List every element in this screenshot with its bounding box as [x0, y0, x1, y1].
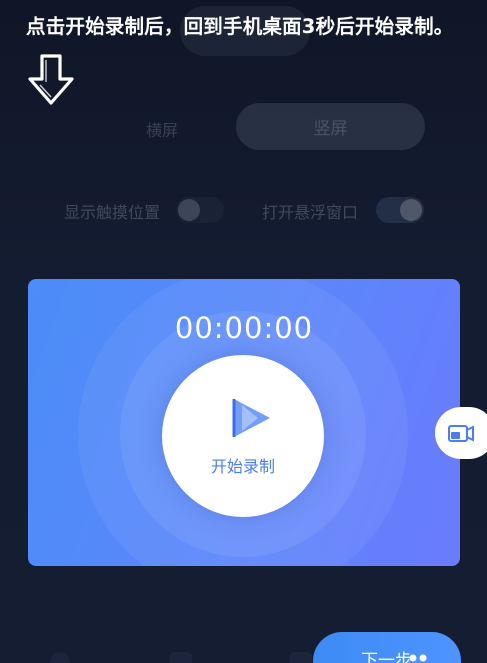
- floating-window-label: 打开悬浮窗口: [262, 203, 359, 222]
- screen: 横屏 竖屏 显示触摸位置 打开悬浮窗口 点击开始录制后，回到手机桌面3秒后开始录…: [0, 0, 487, 663]
- toggle-knob: [400, 199, 422, 221]
- floating-window-handle[interactable]: [435, 407, 487, 459]
- orientation-portrait-option[interactable]: 竖屏: [236, 103, 425, 150]
- record-panel: 00:00:00 开始录制: [28, 279, 460, 566]
- show-touch-toggle[interactable]: [176, 197, 224, 223]
- toggle-knob: [178, 199, 200, 221]
- more-dots-icon: [409, 654, 427, 662]
- record-timer: 00:00:00: [174, 311, 314, 345]
- home-tab-icon[interactable]: [50, 652, 70, 663]
- play-icon: [232, 399, 270, 437]
- floating-window-toggle[interactable]: [376, 197, 424, 223]
- tools-tab-icon[interactable]: [290, 652, 312, 663]
- start-record-label: 开始录制: [210, 457, 275, 476]
- floating-window-icon: [448, 425, 474, 442]
- tutorial-hint-text: 点击开始录制后，回到手机桌面3秒后开始录制。: [26, 15, 454, 38]
- orientation-landscape-option[interactable]: 横屏: [132, 117, 192, 140]
- video-tab-icon[interactable]: [170, 652, 192, 663]
- show-touch-label: 显示触摸位置: [64, 203, 161, 222]
- next-step-button[interactable]: 下一步: [313, 632, 461, 663]
- start-record-button[interactable]: 开始录制: [162, 355, 324, 517]
- down-arrow-icon: [28, 54, 74, 105]
- next-step-label: 下一步: [361, 651, 412, 663]
- orientation-portrait-label: 竖屏: [313, 119, 348, 139]
